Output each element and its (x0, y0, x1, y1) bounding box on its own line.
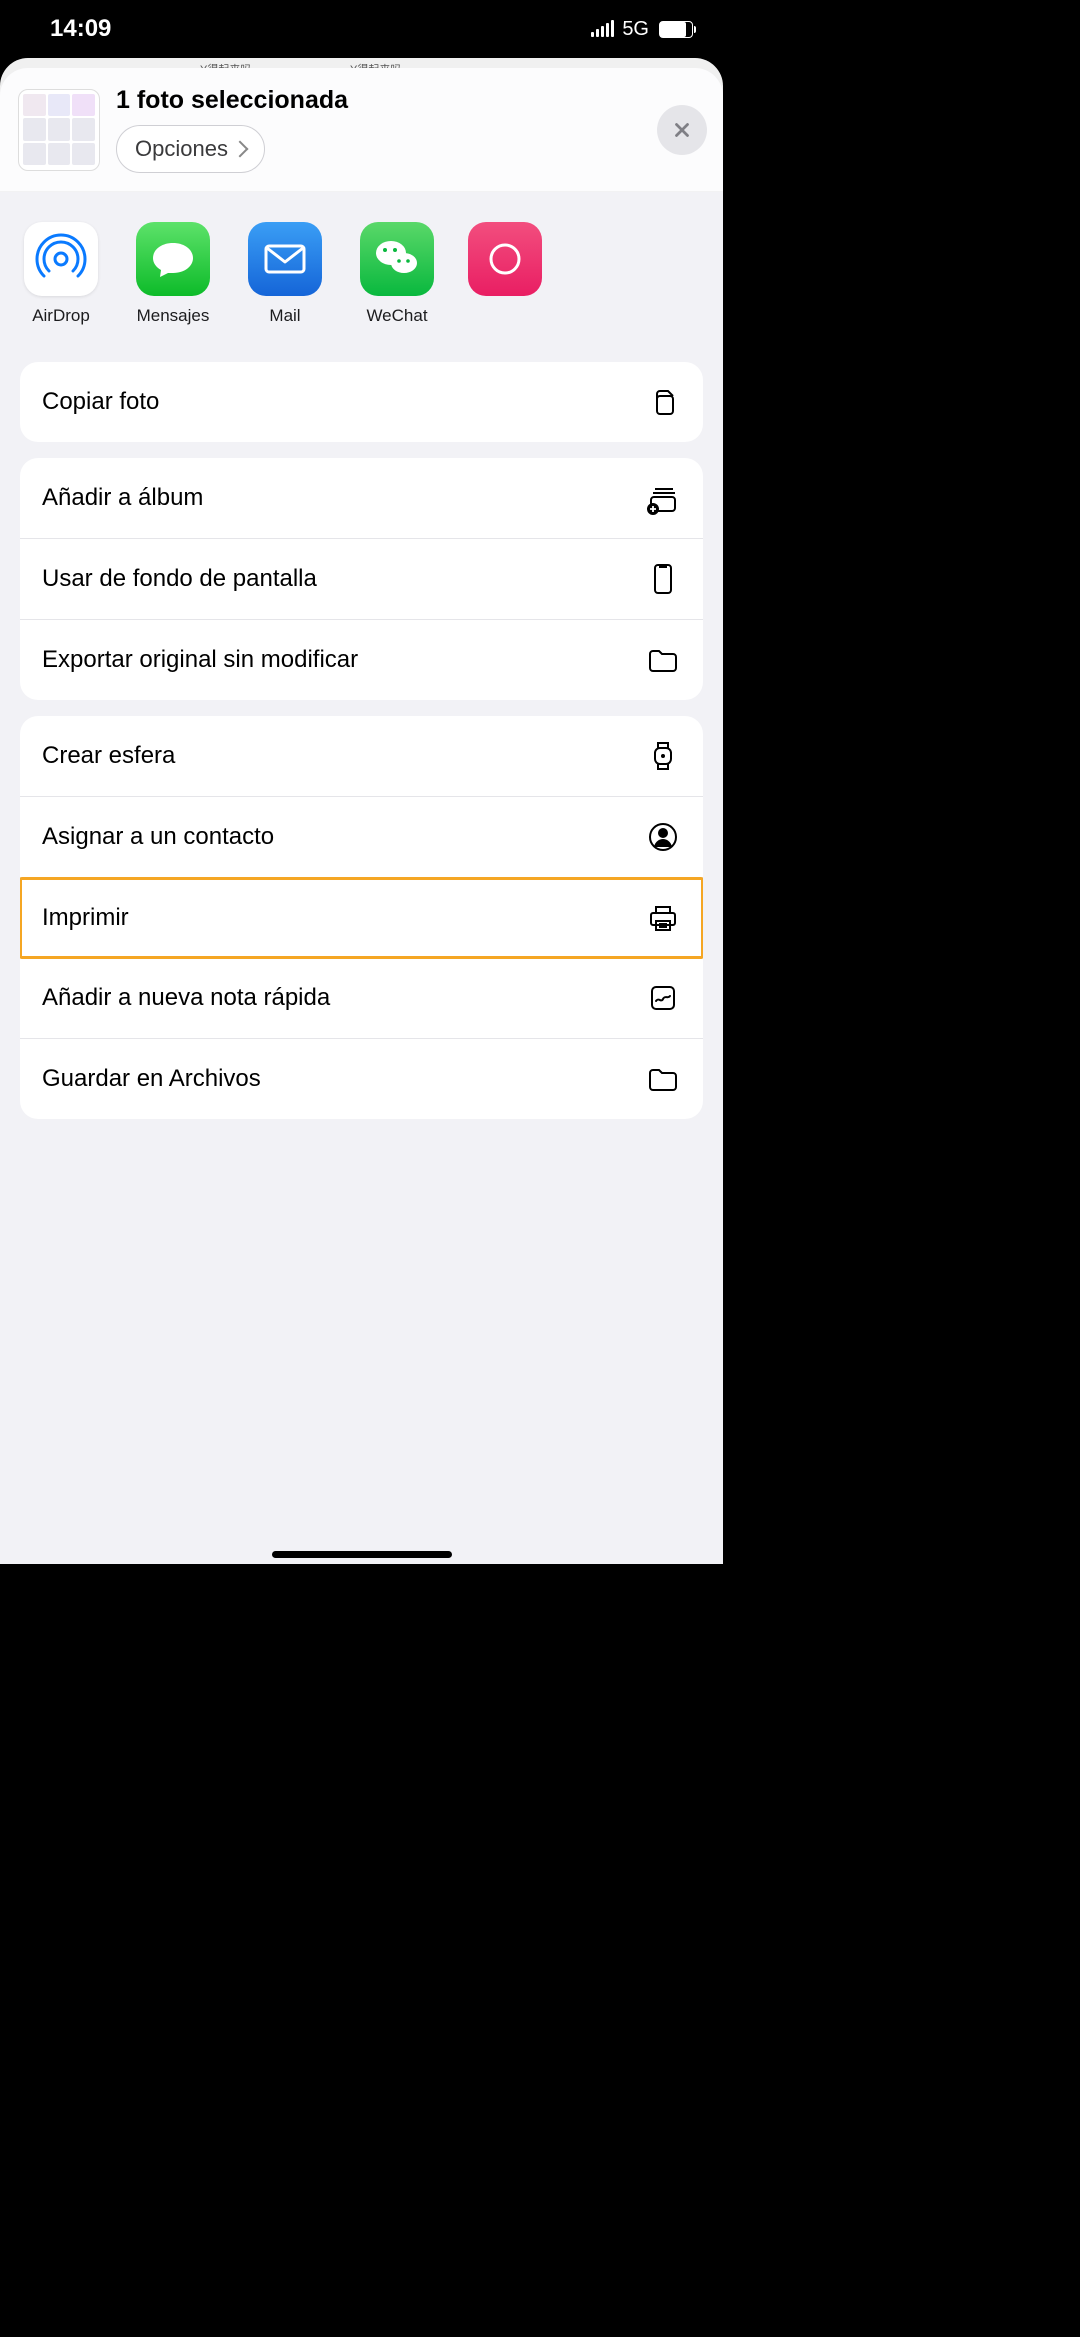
action-add-quick-note[interactable]: Añadir a nueva nota rápida (20, 958, 703, 1039)
close-button[interactable] (657, 105, 707, 155)
options-button[interactable]: Opciones (116, 125, 265, 173)
app-wechat[interactable]: WeChat (358, 222, 436, 326)
messages-icon (136, 222, 210, 296)
app-label: AirDrop (32, 306, 90, 326)
action-label: Crear esfera (42, 742, 175, 770)
action-group-2: Añadir a álbum Usar de fondo de pantalla… (20, 458, 703, 700)
app-more[interactable] (470, 222, 548, 326)
action-label: Exportar original sin modificar (42, 646, 358, 674)
share-apps-row[interactable]: AirDrop Mensajes Mail WeChat (0, 192, 723, 352)
share-sheet: 1 foto seleccionada Opciones AirDrop (0, 68, 723, 1564)
action-set-wallpaper[interactable]: Usar de fondo de pantalla (20, 539, 703, 620)
action-label: Añadir a nueva nota rápida (42, 984, 330, 1012)
phone-icon (645, 561, 681, 597)
action-label: Asignar a un contacto (42, 823, 274, 851)
action-assign-contact[interactable]: Asignar a un contacto (20, 797, 703, 878)
app-more-icon (468, 222, 542, 296)
add-album-icon (645, 480, 681, 516)
app-airdrop[interactable]: AirDrop (22, 222, 100, 326)
printer-icon (645, 900, 681, 936)
options-label: Opciones (135, 136, 228, 162)
selected-photo-thumbnail[interactable] (18, 89, 100, 171)
action-export-original[interactable]: Exportar original sin modificar (20, 620, 703, 700)
network-label: 5G (622, 18, 649, 41)
signal-icon (591, 21, 614, 37)
status-time: 14:09 (50, 15, 111, 43)
battery-icon (659, 21, 693, 38)
mail-icon (248, 222, 322, 296)
app-label: Mensajes (137, 306, 210, 326)
sheet-header: 1 foto seleccionada Opciones (0, 68, 723, 192)
sheet-title: 1 foto seleccionada (116, 86, 348, 115)
watch-icon (645, 738, 681, 774)
status-bar: 14:09 5G (0, 0, 723, 58)
action-label: Copiar foto (42, 388, 159, 416)
action-create-watchface[interactable]: Crear esfera (20, 716, 703, 797)
folder-icon (645, 1061, 681, 1097)
app-mail[interactable]: Mail (246, 222, 324, 326)
action-group-3: Crear esfera Asignar a un contacto Impri… (20, 716, 703, 1119)
action-print[interactable]: Imprimir (20, 878, 703, 958)
app-label: Mail (269, 306, 300, 326)
action-label: Imprimir (42, 904, 129, 932)
action-label: Usar de fondo de pantalla (42, 565, 317, 593)
folder-icon (645, 642, 681, 678)
chevron-right-icon (231, 141, 248, 158)
action-save-to-files[interactable]: Guardar en Archivos (20, 1039, 703, 1119)
action-add-to-album[interactable]: Añadir a álbum (20, 458, 703, 539)
action-group-1: Copiar foto (20, 362, 703, 442)
app-label: WeChat (366, 306, 427, 326)
background-layer: Y得起来吗 Y得起来吗 1 foto seleccionada Opciones (0, 58, 723, 1564)
home-indicator[interactable] (272, 1551, 452, 1558)
action-copy-photo[interactable]: Copiar foto (20, 362, 703, 442)
action-label: Guardar en Archivos (42, 1065, 261, 1093)
airdrop-icon (24, 222, 98, 296)
wechat-icon (360, 222, 434, 296)
close-icon (671, 119, 693, 141)
contact-icon (645, 819, 681, 855)
quick-note-icon (645, 980, 681, 1016)
status-right: 5G (591, 18, 693, 41)
app-messages[interactable]: Mensajes (134, 222, 212, 326)
copy-icon (645, 384, 681, 420)
action-label: Añadir a álbum (42, 484, 203, 512)
